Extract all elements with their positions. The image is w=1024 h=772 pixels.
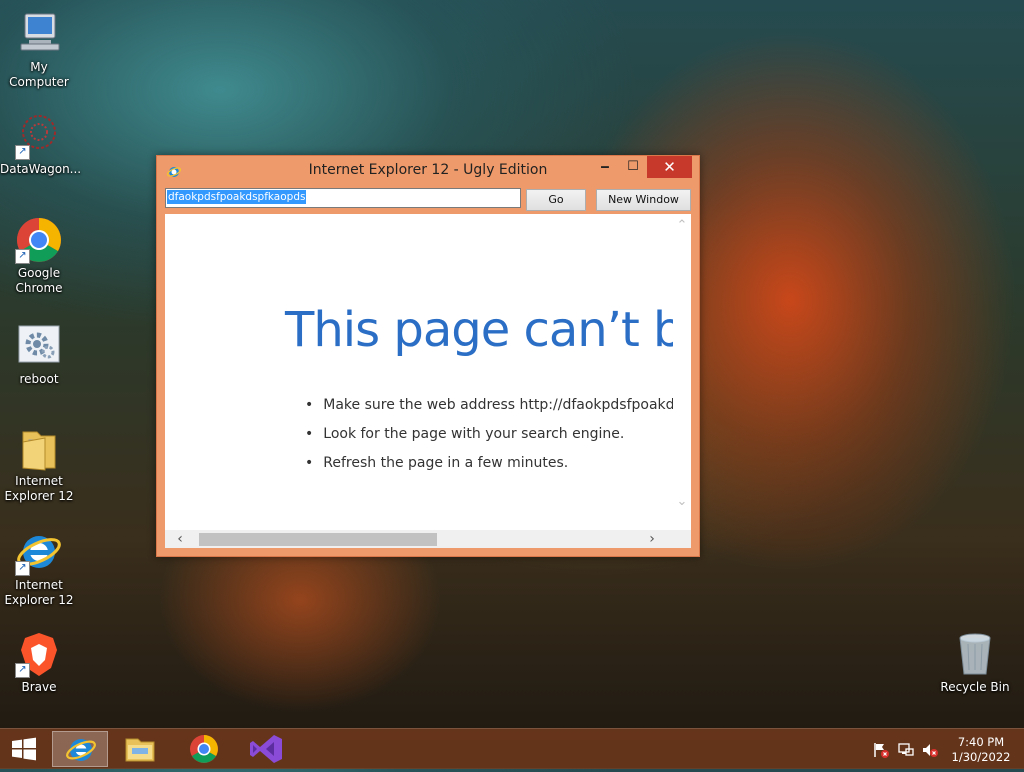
- close-button[interactable]: ✕: [647, 156, 692, 178]
- ie-window[interactable]: Internet Explorer 12 - Ugly Edition 🗕 ☐ …: [156, 155, 700, 557]
- network-icon[interactable]: [897, 741, 915, 759]
- desktop-icon-label: reboot: [19, 372, 59, 386]
- desktop-icon-my-computer[interactable]: My Computer: [0, 10, 78, 90]
- clock-date: 1/30/2022: [951, 750, 1011, 764]
- desktop-icon-google-chrome[interactable]: ↗ Google Chrome: [0, 216, 78, 296]
- desktop-icon-recycle-bin[interactable]: Recycle Bin: [936, 630, 1014, 695]
- desktop-icon-label: My Computer: [9, 60, 69, 89]
- scroll-down-icon[interactable]: ⌄: [676, 494, 688, 509]
- scroll-left-icon[interactable]: ‹: [171, 530, 189, 548]
- taskbar-chrome[interactable]: [176, 731, 232, 767]
- chrome-icon: [190, 735, 218, 763]
- action-center-flag-icon[interactable]: [872, 741, 890, 759]
- scroll-corner: [673, 530, 691, 548]
- error-suggestions: Make sure the web address http://dfaokpd…: [305, 397, 691, 484]
- taskbar: 7:40 PM 1/30/2022: [0, 728, 1024, 769]
- minimize-button[interactable]: 🗕: [591, 156, 619, 178]
- desktop-icon-label: Google Chrome: [15, 266, 63, 295]
- desktop-icon-reboot[interactable]: reboot: [0, 322, 78, 387]
- folder-icon: [15, 424, 63, 472]
- clock-time: 7:40 PM: [957, 735, 1005, 749]
- suggestion-item: Make sure the web address http://dfaokpd…: [305, 397, 690, 416]
- desktop-icon-label: Internet Explorer 12: [4, 474, 74, 503]
- visual-studio-icon: [250, 735, 282, 763]
- scroll-up-icon[interactable]: ⌃: [676, 218, 688, 233]
- desktop-icon-brave[interactable]: ↗ Brave: [0, 630, 78, 695]
- taskbar-visual-studio[interactable]: [238, 731, 294, 767]
- suggestion-item: Refresh the page in a few minutes.: [305, 455, 691, 474]
- taskbar-ie[interactable]: [52, 731, 108, 767]
- horizontal-scroll-thumb[interactable]: [199, 533, 437, 546]
- start-button[interactable]: [0, 731, 48, 767]
- desktop-icon-label: Internet Explorer 12: [4, 578, 74, 607]
- address-input[interactable]: [165, 188, 521, 208]
- brave-icon: ↗: [15, 630, 63, 678]
- error-heading: This page can’t be: [285, 302, 691, 358]
- close-icon: ✕: [663, 158, 676, 176]
- shortcut-arrow-icon: ↗: [15, 145, 30, 160]
- volume-muted-icon[interactable]: [921, 741, 939, 759]
- address-bar-row: dfaokpdsfpoakdspfkaopds Go New Window: [165, 188, 691, 211]
- new-window-button[interactable]: New Window: [596, 189, 691, 211]
- desktop-icon-label: Brave: [21, 680, 57, 694]
- shortcut-arrow-icon: ↗: [15, 249, 30, 264]
- datawagon-icon: ↗: [15, 112, 63, 160]
- maximize-button[interactable]: ☐: [619, 156, 647, 178]
- suggestion-item: Look for the page with your search engin…: [305, 426, 691, 445]
- scroll-right-icon[interactable]: ›: [643, 530, 661, 548]
- taskbar-file-explorer[interactable]: [112, 731, 168, 767]
- file-explorer-icon: [125, 738, 155, 762]
- ie-icon: ↗: [15, 528, 63, 576]
- computer-icon: [15, 10, 63, 58]
- ie-icon: [66, 739, 96, 761]
- desktop-icon-ie-folder[interactable]: Internet Explorer 12: [0, 424, 78, 504]
- desktop-icon-internet-explorer[interactable]: ↗ Internet Explorer 12: [0, 528, 78, 608]
- browser-content[interactable]: This page can’t be Make sure the web add…: [165, 214, 691, 548]
- start-icon: [12, 737, 36, 761]
- minimize-icon: 🗕: [600, 159, 610, 174]
- gear-icon: [15, 322, 63, 370]
- shortcut-arrow-icon: ↗: [15, 663, 30, 678]
- go-button[interactable]: Go: [526, 189, 586, 211]
- desktop-icon-datawagon[interactable]: ↗ DataWagon...: [0, 112, 82, 177]
- system-clock[interactable]: 7:40 PM 1/30/2022: [948, 735, 1014, 765]
- chrome-icon: ↗: [15, 216, 63, 264]
- title-bar[interactable]: Internet Explorer 12 - Ugly Edition 🗕 ☐ …: [157, 156, 699, 186]
- desktop-icon-label: DataWagon...: [0, 162, 82, 176]
- horizontal-scrollbar[interactable]: ‹ ›: [165, 530, 673, 548]
- recycle-bin-icon: [951, 630, 999, 678]
- shortcut-arrow-icon: ↗: [15, 561, 30, 576]
- maximize-icon: ☐: [627, 159, 639, 174]
- vertical-scrollbar[interactable]: ⌃ ⌄: [673, 214, 691, 530]
- desktop-icon-label: Recycle Bin: [940, 680, 1010, 694]
